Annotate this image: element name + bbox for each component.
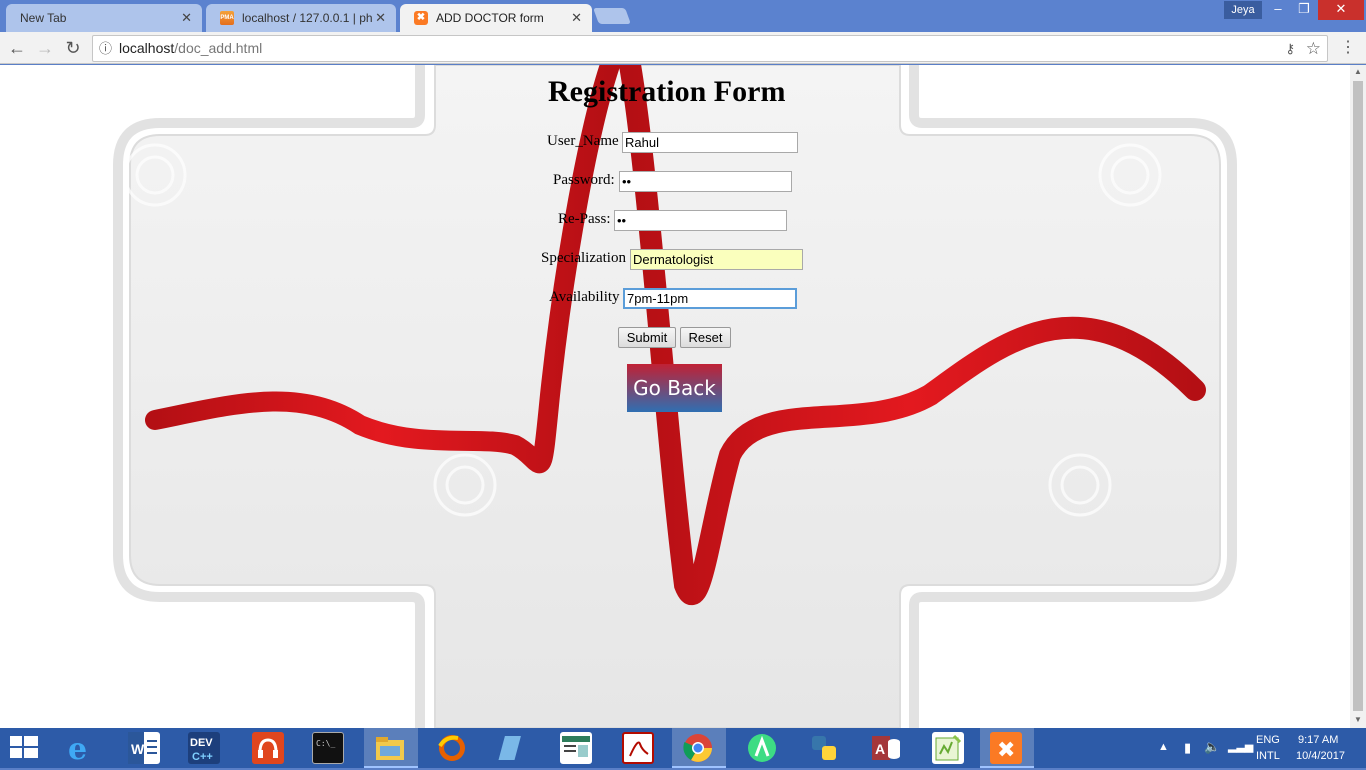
username-field[interactable]: Rahul bbox=[622, 132, 798, 153]
tab-phpmyadmin[interactable]: PMA localhost / 127.0.0.1 | php ✕ bbox=[206, 4, 396, 32]
address-bar[interactable]: ⓘ localhost/doc_add.html ⚷ ☆ bbox=[92, 35, 1328, 62]
window-close-icon[interactable]: ✕ bbox=[1318, 0, 1364, 20]
password-label: Password: bbox=[553, 172, 615, 188]
specialization-field[interactable]: Dermatologist bbox=[630, 249, 803, 270]
page-content: Registration Form User_Name Rahul Passwo… bbox=[0, 65, 1350, 728]
music-icon[interactable] bbox=[252, 732, 284, 764]
tab-new-tab[interactable]: New Tab ✕ bbox=[6, 4, 202, 32]
windows-start-icon[interactable] bbox=[10, 736, 38, 760]
reader-icon[interactable] bbox=[560, 732, 592, 764]
notepad-icon[interactable] bbox=[498, 732, 530, 764]
reload-icon[interactable]: ↻ bbox=[62, 37, 84, 59]
scroll-down-icon[interactable]: ▼ bbox=[1350, 713, 1366, 727]
password-field[interactable]: •• bbox=[619, 171, 792, 192]
username-label: User_Name bbox=[547, 133, 619, 149]
show-hidden-icons-icon[interactable]: ▲ bbox=[1158, 741, 1169, 753]
phpmyadmin-icon: PMA bbox=[220, 11, 234, 25]
svg-text:C++: C++ bbox=[192, 751, 213, 763]
availability-field[interactable]: 7pm-11pm bbox=[623, 288, 797, 309]
python-icon[interactable] bbox=[808, 732, 840, 764]
svg-text:A: A bbox=[875, 741, 885, 757]
clock-date[interactable]: 10/4/2017 bbox=[1296, 750, 1345, 762]
keyboard-layout-indicator[interactable]: INTL bbox=[1256, 750, 1280, 762]
close-icon[interactable]: ✕ bbox=[375, 10, 386, 26]
specialization-label: Specialization bbox=[541, 250, 626, 266]
tab-title: localhost / 127.0.0.1 | php bbox=[242, 11, 372, 25]
back-arrow-icon[interactable]: ← bbox=[6, 37, 28, 59]
cmd-icon[interactable]: C:\_ bbox=[312, 732, 344, 764]
clock-time[interactable]: 9:17 AM bbox=[1298, 734, 1338, 746]
url-path: /doc_add.html bbox=[174, 40, 263, 56]
menu-icon[interactable]: ⋮ bbox=[1340, 38, 1356, 58]
profile-button[interactable]: Jeya bbox=[1224, 1, 1262, 19]
notepadpp-icon[interactable] bbox=[932, 732, 964, 764]
bookmark-star-icon[interactable]: ☆ bbox=[1306, 36, 1321, 61]
browser-toolbar: ← → ↻ ⓘ localhost/doc_add.html ⚷ ☆ ⋮ bbox=[0, 32, 1366, 64]
tab-add-doctor-form[interactable]: ✖ ADD DOCTOR form ✕ bbox=[400, 4, 592, 32]
availability-label: Availability bbox=[549, 289, 620, 305]
svg-text:✖: ✖ bbox=[997, 738, 1015, 763]
language-indicator[interactable]: ENG bbox=[1256, 734, 1280, 746]
close-icon[interactable]: ✕ bbox=[571, 10, 582, 26]
minimize-icon[interactable]: – bbox=[1264, 0, 1292, 20]
access-icon[interactable]: A bbox=[870, 732, 902, 764]
tab-title: ADD DOCTOR form bbox=[436, 11, 544, 25]
page-title: Registration Form bbox=[548, 75, 786, 108]
tab-title: New Tab bbox=[20, 11, 67, 25]
submit-button[interactable]: Submit bbox=[618, 327, 676, 348]
browser-title-bar: New Tab ✕ PMA localhost / 127.0.0.1 | ph… bbox=[0, 0, 1366, 32]
restore-icon[interactable]: ❐ bbox=[1290, 0, 1318, 20]
info-icon[interactable]: ⓘ bbox=[99, 36, 112, 61]
close-icon[interactable]: ✕ bbox=[181, 10, 192, 26]
devcpp-icon[interactable]: DEV C++ bbox=[188, 732, 220, 764]
reset-button[interactable]: Reset bbox=[680, 327, 731, 348]
new-tab-button[interactable] bbox=[593, 8, 631, 24]
network-icon[interactable]: ▂▃▅ bbox=[1228, 740, 1253, 753]
scroll-thumb[interactable] bbox=[1353, 81, 1363, 711]
internet-explorer-icon[interactable]: e bbox=[64, 732, 96, 767]
forward-arrow-icon[interactable]: → bbox=[34, 37, 56, 59]
pdf-icon[interactable] bbox=[622, 732, 654, 764]
go-back-button[interactable]: Go Back bbox=[627, 364, 722, 412]
repass-label: Re-Pass: bbox=[558, 211, 611, 227]
registration-form: Registration Form User_Name Rahul Passwo… bbox=[0, 65, 1350, 728]
svg-text:DEV: DEV bbox=[190, 737, 213, 749]
xampp-icon[interactable]: ✖ bbox=[990, 732, 1022, 764]
windows-taskbar: e W DEV C++ C:\_ A ✖ ▲ ▮ 🔈 ▂▃▅ ENG INTL … bbox=[0, 728, 1366, 768]
url-host: localhost bbox=[119, 40, 175, 56]
word-icon[interactable]: W bbox=[128, 732, 160, 764]
key-icon[interactable]: ⚷ bbox=[1285, 36, 1295, 61]
chrome-icon[interactable] bbox=[682, 732, 714, 764]
page-scrollbar[interactable]: ▲ ▼ bbox=[1350, 65, 1366, 728]
xampp-icon: ✖ bbox=[414, 11, 428, 25]
repass-field[interactable]: •• bbox=[614, 210, 787, 231]
volume-icon[interactable]: 🔈 bbox=[1204, 739, 1220, 755]
svg-text:W: W bbox=[131, 741, 145, 757]
file-explorer-icon[interactable] bbox=[374, 732, 406, 764]
scroll-up-icon[interactable]: ▲ bbox=[1350, 65, 1366, 79]
battery-icon[interactable]: ▮ bbox=[1184, 740, 1191, 756]
svg-text:e: e bbox=[68, 732, 87, 764]
svg-text:C:\_: C:\_ bbox=[316, 739, 335, 748]
firefox-icon[interactable] bbox=[436, 732, 468, 764]
android-studio-icon[interactable] bbox=[746, 732, 778, 764]
